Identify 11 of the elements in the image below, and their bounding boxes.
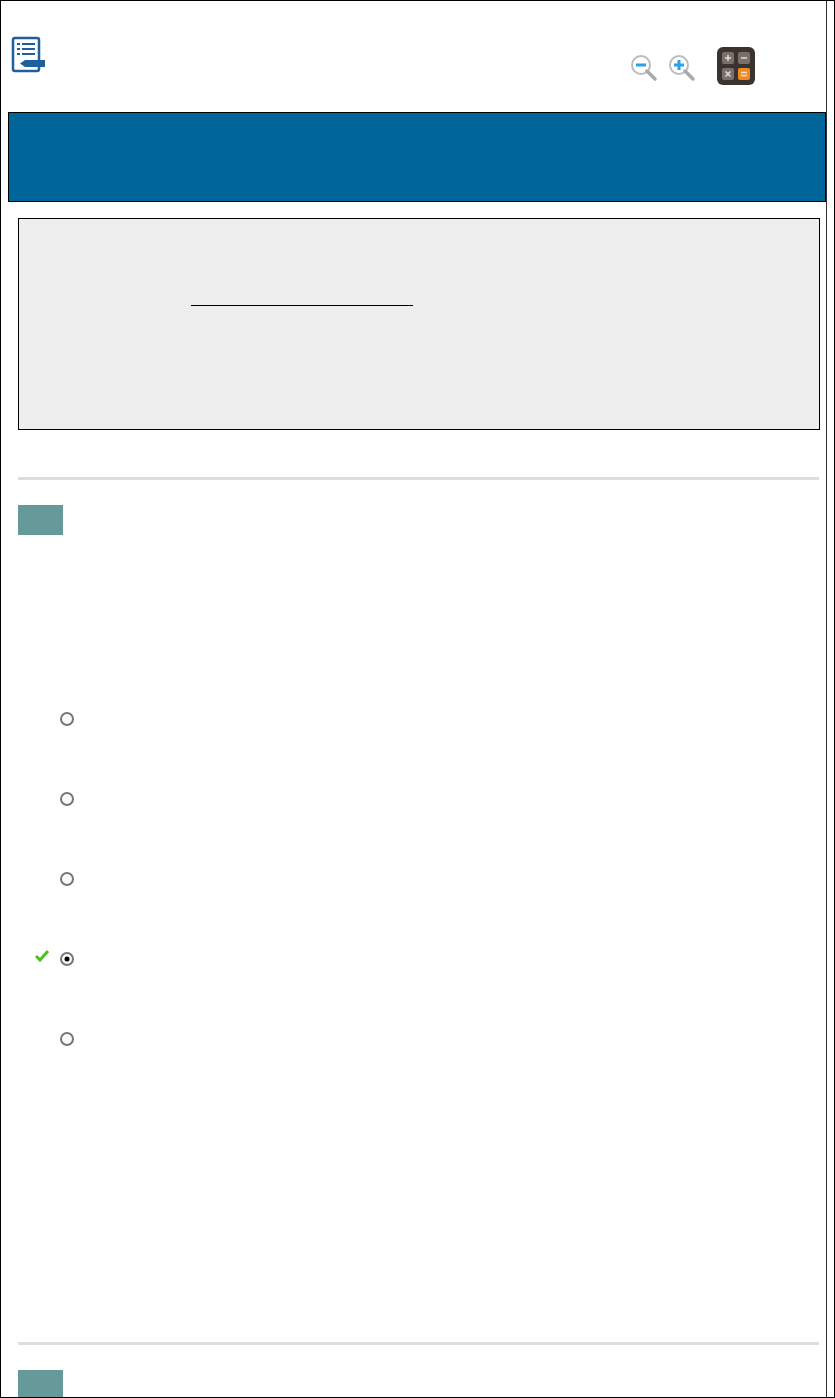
calculator-icon[interactable] xyxy=(717,47,755,85)
notes-icon[interactable] xyxy=(11,36,47,74)
question-number-badge xyxy=(18,505,63,535)
radio-button[interactable] xyxy=(59,871,75,887)
question-number-badge xyxy=(18,1370,63,1397)
zoom-out-icon[interactable] xyxy=(629,53,659,83)
radio-button[interactable] xyxy=(59,791,75,807)
radio-button[interactable] xyxy=(59,951,75,967)
radio-button[interactable] xyxy=(59,711,75,727)
radio-button[interactable] xyxy=(59,1031,75,1047)
zoom-in-icon[interactable] xyxy=(667,53,697,83)
